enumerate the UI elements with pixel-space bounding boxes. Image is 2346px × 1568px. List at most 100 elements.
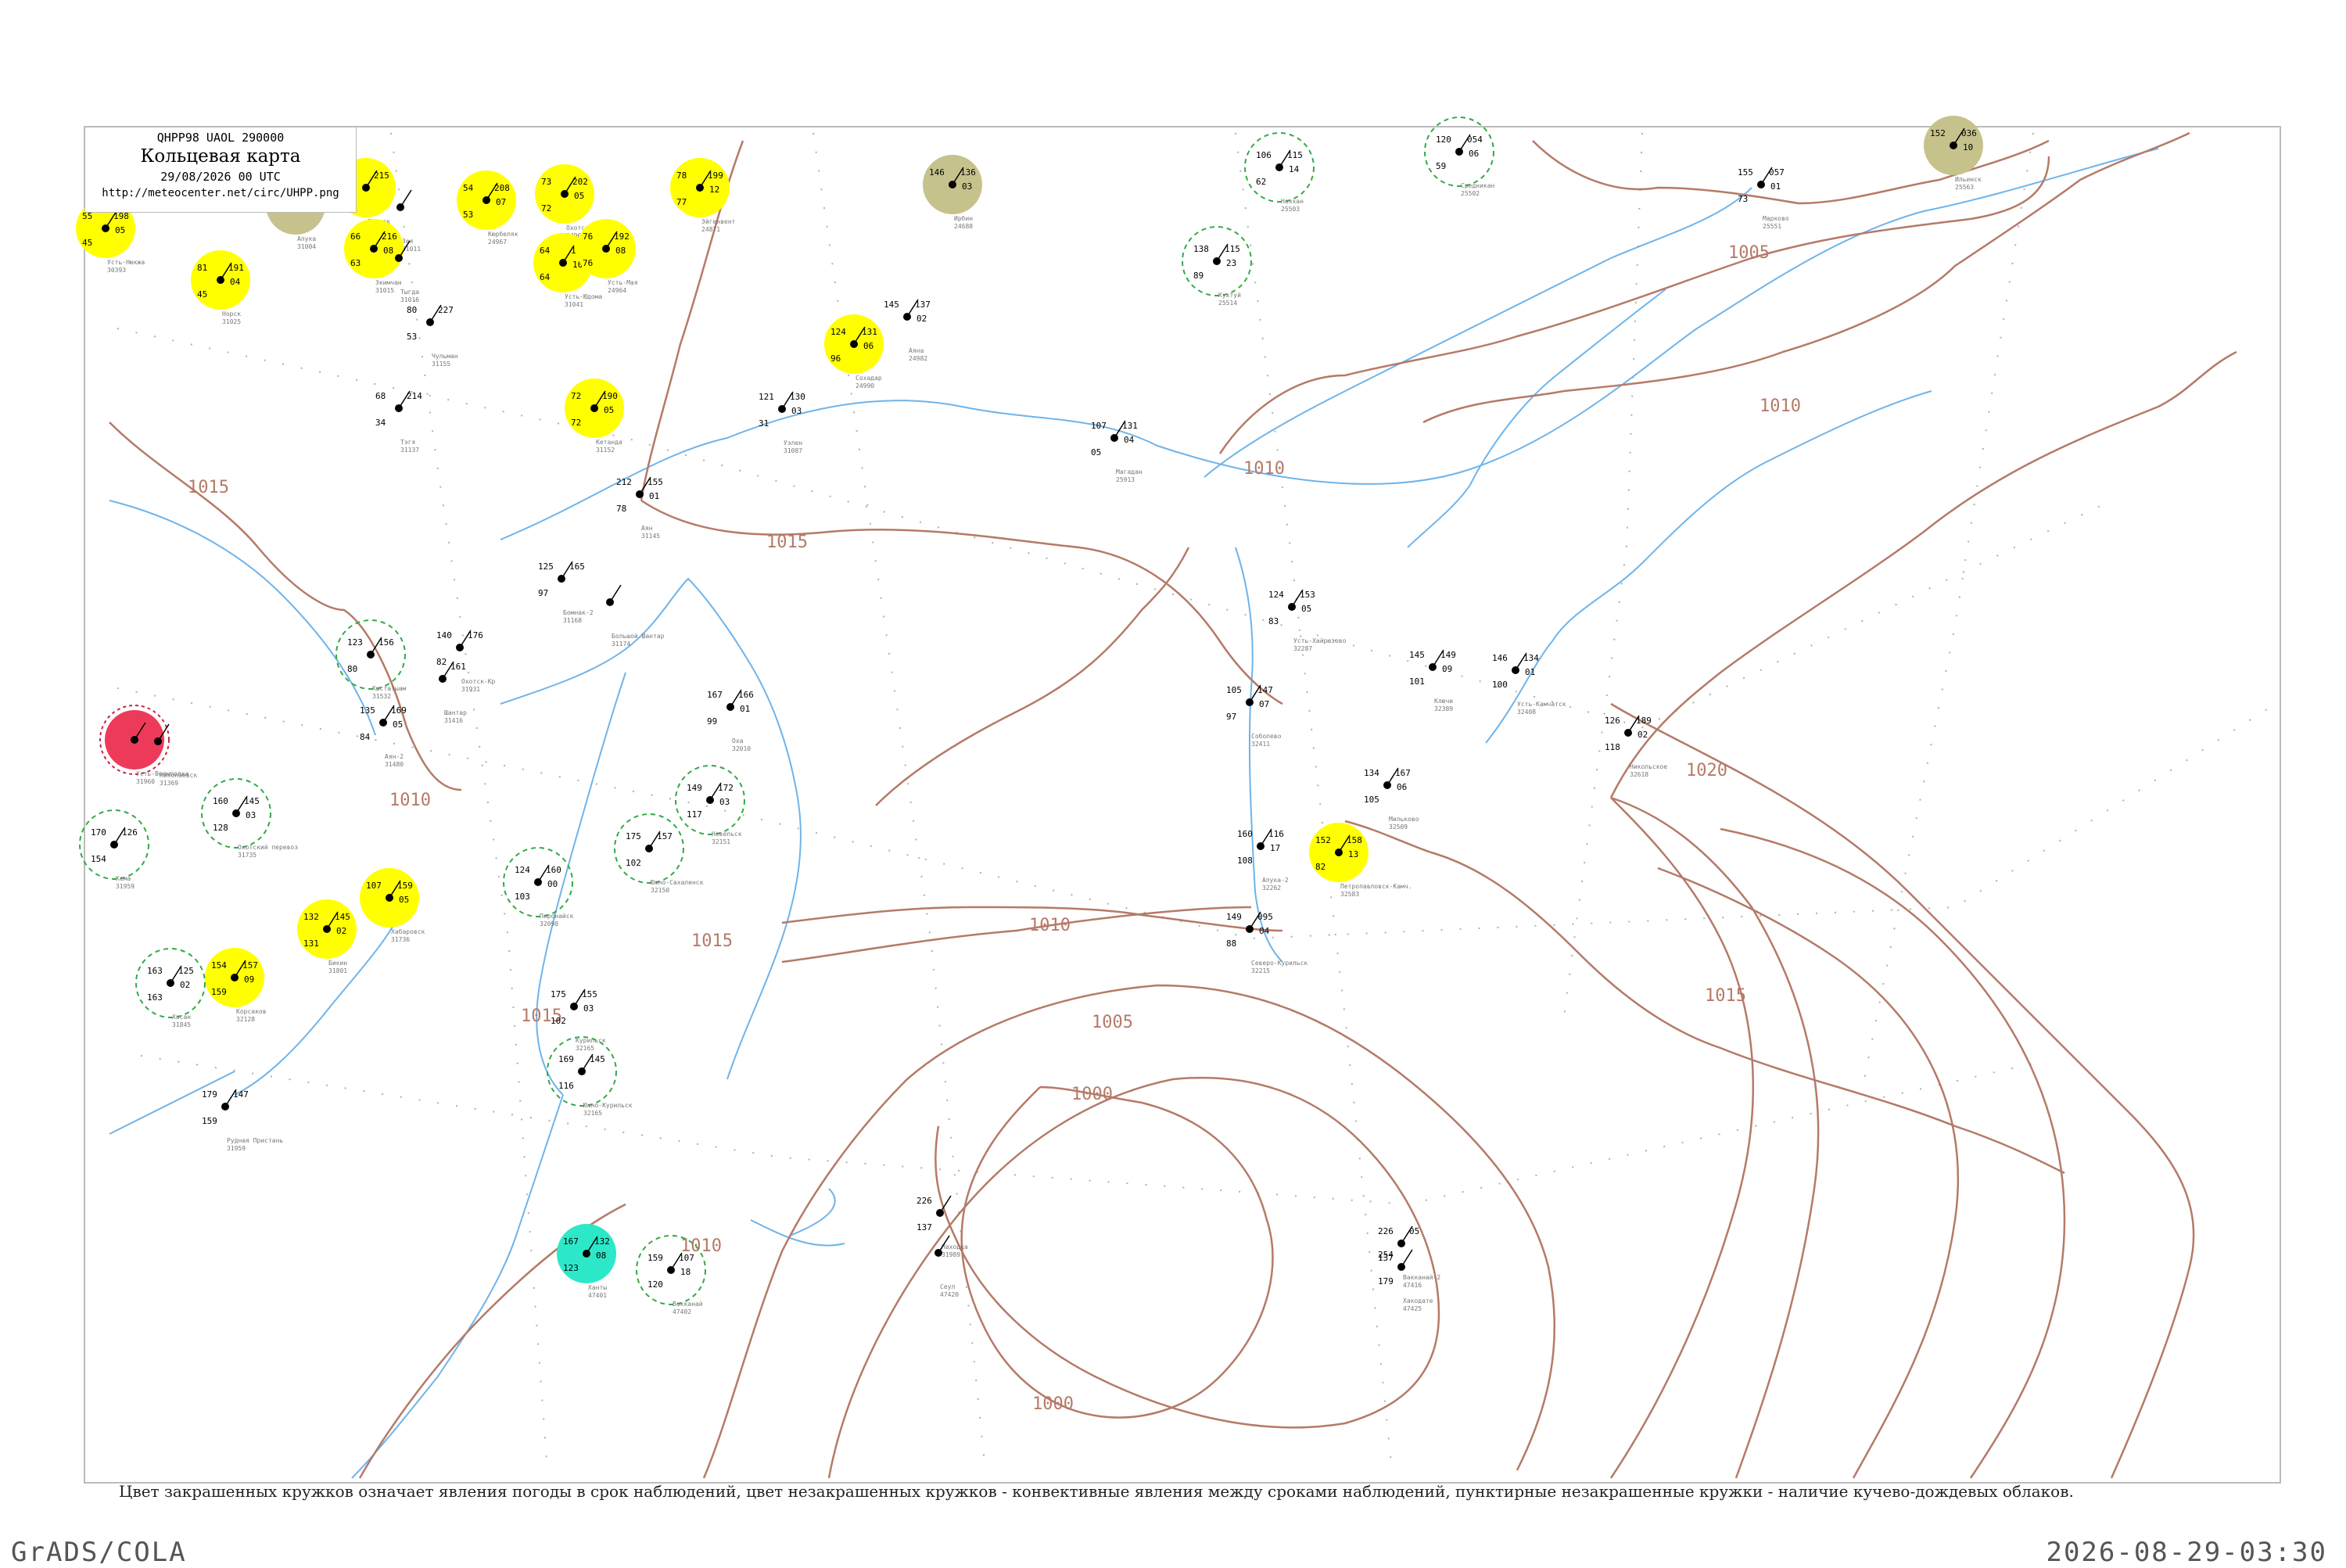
station-tendency: 13: [1348, 849, 1358, 859]
station-id: 32287: [1293, 645, 1312, 652]
station-pressure: 145: [244, 796, 260, 806]
station-id: 31736: [391, 936, 410, 943]
station-id: 32618: [1630, 771, 1648, 778]
station-tendency: 05: [393, 719, 403, 730]
station-pressure: 156: [378, 637, 394, 648]
station-dewpoint: 99: [707, 716, 717, 727]
station-tendency: 08: [383, 246, 393, 256]
station-name: Аян-2: [385, 753, 404, 760]
station-name: Шантар: [444, 709, 467, 716]
station-temperature: 160: [213, 796, 228, 806]
station-name: Уэлен: [784, 440, 802, 447]
station-dewpoint: 159: [211, 987, 227, 997]
station-dewpoint: 59: [1436, 161, 1446, 171]
station-name: Тэгя: [400, 439, 415, 446]
station-name: Кюрбеляк: [488, 230, 518, 238]
station-temperature: 105: [1226, 685, 1242, 695]
station-dewpoint: 100: [1492, 680, 1508, 690]
station-id: 31480: [385, 761, 404, 768]
station-name: Ключи: [1434, 698, 1453, 705]
station-temperature: 121: [759, 392, 774, 402]
station-temperature: 152: [1930, 128, 1946, 138]
station-name: Ильинск: [1955, 176, 1982, 183]
isobar-label: 1010: [1029, 916, 1071, 935]
station-id: 30393: [107, 267, 126, 274]
station-name: Охотск-Кр: [461, 678, 496, 685]
station-dewpoint: 53: [463, 210, 473, 220]
station-id: 32509: [1389, 823, 1408, 831]
station-temperature: 73: [541, 177, 551, 187]
station-pressure: 149: [1440, 650, 1456, 660]
timestamp-label: 2026-08-29-03:30: [2046, 1537, 2327, 1568]
isobar-label: 1015: [766, 533, 808, 552]
station-tendency: 12: [709, 185, 719, 195]
station-id: 31155: [432, 361, 450, 368]
station-temperature: 154: [211, 960, 227, 971]
station-name: Рудная Пристань: [227, 1137, 283, 1144]
station-name: Оха: [732, 737, 744, 745]
station-tendency: 00: [547, 879, 558, 889]
station-dewpoint: 105: [1364, 795, 1379, 805]
station-dewpoint: 64: [540, 272, 551, 282]
station-name: Николаевск: [160, 772, 197, 779]
station-pressure: 131: [1122, 421, 1138, 431]
station-pressure: 147: [1257, 685, 1273, 695]
station-dewpoint: 123: [563, 1263, 579, 1273]
station-id: 24871: [701, 226, 720, 233]
station-name: Корсаков: [236, 1008, 267, 1015]
station-name: Апука: [297, 235, 316, 242]
station-id: 31168: [563, 617, 582, 624]
station-name: Ханты: [588, 1284, 607, 1291]
station-pressure: 137: [915, 300, 931, 310]
station-id: 31174: [612, 640, 630, 648]
map-url[interactable]: http://meteocenter.net/circ/UHPP.png: [85, 187, 356, 199]
station-pressure: 115: [1287, 150, 1303, 160]
station-id: 31989: [942, 1251, 960, 1258]
station-pressure: 155: [582, 989, 597, 999]
station-id: 32150: [651, 887, 669, 894]
station-temperature: 175: [551, 989, 566, 999]
station-temperature: 124: [830, 327, 846, 337]
station-pressure: 116: [1268, 829, 1284, 839]
station-name: Мильково: [1389, 816, 1419, 823]
station-tendency: 23: [1226, 258, 1236, 268]
station-name: Тыгда: [400, 289, 419, 296]
station-pressure: 169: [391, 705, 407, 716]
station-temperature: 120: [1436, 135, 1451, 145]
station-dewpoint: 137: [917, 1222, 932, 1233]
station-tendency: 05: [604, 405, 614, 415]
station-dewpoint: 63: [350, 258, 361, 268]
station-dewpoint: 05: [1091, 447, 1101, 457]
station-pressure: 172: [718, 783, 734, 793]
station-name: Южно-Сахалинск: [651, 879, 704, 886]
station-pressure: 145: [335, 912, 350, 922]
station-temperature: 149: [1226, 912, 1242, 922]
legend-note: Цвет закрашенных кружков означает явлени…: [119, 1482, 2074, 1501]
station-id: 31015: [375, 287, 394, 294]
station-name: Никольское: [1630, 763, 1667, 770]
isobar-label: 1000: [1032, 1394, 1074, 1414]
station-pressure: 167: [1395, 768, 1411, 778]
station-dewpoint: 53: [407, 332, 417, 342]
station-pressure: 132: [594, 1236, 610, 1247]
weather-map: 1015 1015 1010 1005 1010 1020 1015 1010 …: [76, 116, 2281, 1484]
station-temperature: 170: [91, 827, 106, 838]
station-pressure: 134: [1523, 653, 1539, 663]
station-dewpoint: 179: [1378, 1276, 1394, 1286]
station-id: 24967: [488, 239, 507, 246]
isobar-label: 1010: [389, 791, 431, 810]
station-name: Вакканай-2: [1403, 1274, 1440, 1281]
station-pressure: 125: [178, 966, 194, 976]
station-id: 31931: [461, 686, 480, 693]
station-pressure: 157: [242, 960, 258, 971]
station-pressure: 115: [1225, 244, 1240, 254]
station-name: Бомнак-2: [563, 609, 594, 616]
station-id: 25913: [1116, 476, 1135, 483]
station-pressure: 191: [228, 263, 244, 273]
isobar-label: 1010: [1243, 459, 1285, 479]
station-name: Усть-Хайрюзово: [1293, 637, 1347, 644]
station-dewpoint: 97: [1226, 712, 1236, 722]
isobar-label: 1015: [188, 478, 229, 497]
isobar-label: 1000: [1071, 1085, 1113, 1104]
station-tendency: 08: [615, 246, 626, 256]
